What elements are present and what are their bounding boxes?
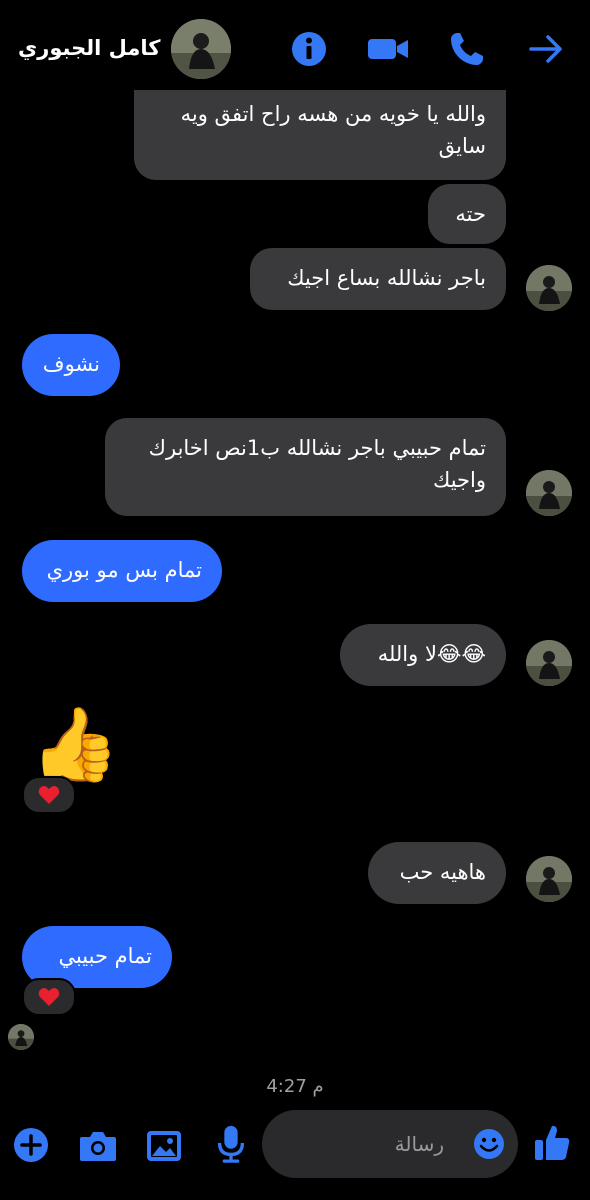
contact-avatar[interactable] [171, 19, 231, 79]
message-incoming[interactable]: حته [428, 184, 506, 244]
message-input[interactable] [352, 1128, 444, 1160]
contact-avatar[interactable] [526, 265, 572, 311]
avatar-photo-icon [526, 470, 572, 516]
back-arrow-icon[interactable] [527, 30, 565, 68]
gallery-icon[interactable] [144, 1126, 184, 1166]
avatar-photo-icon [526, 265, 572, 311]
avatar-photo-icon [171, 19, 231, 79]
heart-reaction[interactable] [22, 978, 76, 1016]
camera-icon[interactable] [78, 1126, 118, 1166]
message-outgoing[interactable]: نشوف [22, 334, 120, 396]
message-timestamp: 4:27 م [266, 1076, 324, 1097]
contact-avatar[interactable] [526, 640, 572, 686]
phone-icon[interactable] [448, 30, 486, 68]
avatar-photo-icon [8, 1024, 34, 1050]
heart-icon [38, 988, 60, 1006]
chat-screen: كامل الجبوري والله يا خويه من هسه راح ات… [0, 0, 590, 1200]
message-outgoing[interactable]: تمام بس مو بوري [22, 540, 222, 602]
avatar-photo-icon [526, 856, 572, 902]
contact-avatar[interactable] [526, 856, 572, 902]
message-incoming[interactable]: 😂😂لا والله [340, 624, 506, 686]
message-incoming[interactable]: تمام حبيبي باجر نشالله ب1نص اخابرك واجيك [105, 418, 506, 516]
message-incoming[interactable]: والله يا خويه من هسه راح اتفق ويه سايق [134, 90, 506, 180]
info-icon[interactable] [290, 30, 328, 68]
plus-icon[interactable] [12, 1126, 50, 1164]
seen-receipt-avatar [8, 1024, 34, 1050]
message-incoming[interactable]: باجر نشالله بساع اجيك [250, 248, 506, 310]
emoji-icon[interactable] [472, 1127, 506, 1161]
microphone-icon[interactable] [211, 1124, 251, 1164]
video-call-icon[interactable] [367, 30, 409, 68]
avatar-photo-icon [526, 640, 572, 686]
message-field[interactable] [262, 1110, 518, 1178]
message-incoming[interactable]: هاهيه حب [368, 842, 506, 904]
thumbs-up-sticker[interactable]: 👍 [30, 700, 120, 788]
contact-name[interactable]: كامل الجبوري [18, 36, 160, 60]
heart-icon [38, 786, 60, 804]
heart-reaction[interactable] [22, 776, 76, 814]
like-icon[interactable] [532, 1122, 572, 1164]
contact-avatar[interactable] [526, 470, 572, 516]
